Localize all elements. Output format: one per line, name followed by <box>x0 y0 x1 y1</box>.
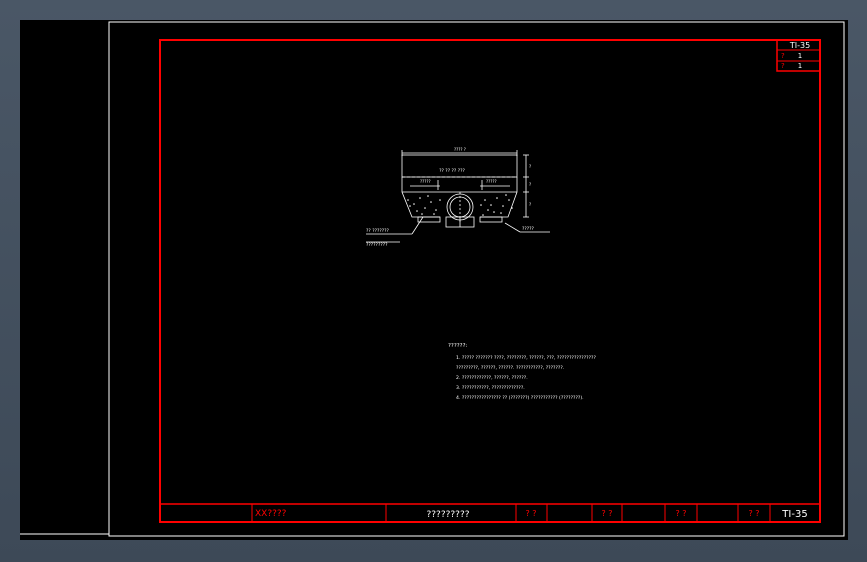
title-label-3: ? ? <box>675 509 686 518</box>
side-dim-3: ? <box>529 202 531 207</box>
sheet-outer-border <box>108 21 845 537</box>
inner-layer-label: ?? ?? ?? ??? <box>439 168 465 174</box>
field-prefix-1: ? <box>781 52 785 60</box>
company-name: XX???? <box>255 509 287 519</box>
field-value-2: 1 <box>798 62 802 70</box>
dim-right-label: ????? <box>486 179 497 184</box>
field-value-1: 1 <box>798 52 802 60</box>
drawing-number: TI-35 <box>781 509 807 520</box>
field-prefix-2: ? <box>781 62 785 70</box>
title-label-2: ? ? <box>601 509 612 518</box>
top-dim-label: ???? ? <box>454 147 466 152</box>
trench-labels: ???? ? ?? ?? ?? ??? ????? ????? ?? ?????… <box>366 147 535 248</box>
side-dim-1: ? <box>529 164 531 169</box>
drawing-viewport[interactable]: TI-35 ? 1 ? 1 XX???? ????????? ? ? ? ? ?… <box>20 20 848 540</box>
drawing-frame <box>159 39 821 523</box>
notes-heading: ??????: <box>448 343 468 349</box>
notes-line-4: 3. ???????????, ?????????????. <box>456 385 525 391</box>
title-label-4: ? ? <box>748 509 759 518</box>
notes-line-5: 4. ???????????????? ?? (???????) ???????… <box>456 395 584 401</box>
bottom-title-strip: XX???? ????????? ? ? ? ? ? ? ? ? TI-35 <box>160 503 820 522</box>
drawing-name: ????????? <box>427 510 470 520</box>
side-dim-2: ? <box>529 182 531 187</box>
notes-line-1: 1. ????? ??????? ????, ????????, ??????,… <box>456 355 596 361</box>
notes-line-3: 2. ????????????, ??????, ??????. <box>456 375 528 381</box>
callout-left-1: ?? ??????? <box>366 228 390 234</box>
callout-right: ????? <box>522 226 535 232</box>
callout-left-2: ????????? <box>366 242 388 248</box>
title-label-1: ? ? <box>525 509 536 518</box>
sheet-code-top: TI-35 <box>789 41 810 50</box>
construction-notes: ??????: 1. ????? ??????? ????, ????????,… <box>448 343 596 401</box>
drawing-sheet: TI-35 ? 1 ? 1 XX???? ????????? ? ? ? ? ?… <box>20 21 845 537</box>
dim-left-label: ????? <box>420 179 431 184</box>
notes-line-2: ?????????, ??????, ??????. ???????????, … <box>456 365 564 371</box>
top-title-box: TI-35 ? 1 ? 1 <box>776 39 821 72</box>
